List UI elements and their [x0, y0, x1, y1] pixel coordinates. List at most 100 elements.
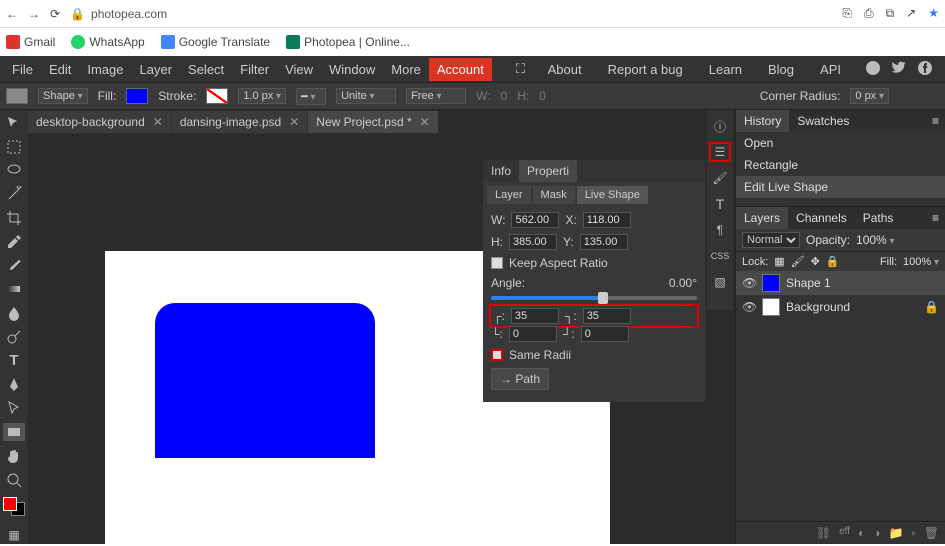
- install-icon[interactable]: ⎘: [842, 6, 852, 21]
- crop-tool[interactable]: [3, 209, 25, 227]
- corner-bl-input[interactable]: [509, 326, 557, 342]
- menu-more[interactable]: More: [383, 58, 429, 81]
- opacity-value[interactable]: 100%: [856, 233, 895, 247]
- star-icon[interactable]: ★: [928, 6, 939, 21]
- paragraph-icon[interactable]: ¶: [709, 220, 731, 240]
- corner-tl-input[interactable]: [511, 308, 559, 324]
- fg-color[interactable]: [3, 497, 17, 511]
- bookmark-whatsapp[interactable]: WhatsApp: [71, 35, 144, 49]
- menu-account[interactable]: Account: [429, 58, 492, 81]
- zoom-tool[interactable]: [3, 471, 25, 489]
- keep-ratio-checkbox[interactable]: [491, 257, 503, 269]
- menu-learn[interactable]: Learn: [703, 58, 748, 81]
- search-icon[interactable]: [492, 58, 508, 81]
- bookmark-translate[interactable]: Google Translate: [161, 35, 270, 49]
- info-icon[interactable]: ⓘ: [709, 116, 731, 136]
- fill-color[interactable]: [126, 88, 148, 104]
- copy-icon[interactable]: ⧉: [886, 6, 895, 21]
- reload-icon[interactable]: ⟳: [50, 7, 60, 21]
- bookmark-photopea[interactable]: Photopea | Online...: [286, 35, 410, 49]
- menu-edit[interactable]: Edit: [41, 58, 79, 81]
- lock-paint-icon[interactable]: 🖌: [791, 255, 805, 268]
- close-icon[interactable]: ✕: [153, 115, 163, 129]
- h-input[interactable]: [509, 234, 557, 250]
- path-bool[interactable]: Unite: [336, 88, 396, 104]
- wand-tool[interactable]: [3, 185, 25, 203]
- same-radii-checkbox[interactable]: [491, 349, 503, 361]
- close-icon[interactable]: ✕: [289, 115, 299, 129]
- menu-file[interactable]: File: [4, 58, 41, 81]
- brush-panel-icon[interactable]: 🖌: [709, 168, 731, 188]
- dodge-tool[interactable]: [3, 328, 25, 346]
- menu-filter[interactable]: Filter: [232, 58, 277, 81]
- tab-channels[interactable]: Channels: [788, 207, 855, 229]
- panel-menu-icon[interactable]: ≡: [926, 207, 945, 229]
- angle-slider[interactable]: [491, 296, 697, 300]
- stroke-width[interactable]: 1.0 px: [238, 88, 286, 104]
- folder-icon[interactable]: 📁: [889, 526, 904, 540]
- menu-layer[interactable]: Layer: [132, 58, 181, 81]
- share-icon[interactable]: ↗: [906, 6, 916, 21]
- tab-properties[interactable]: Properti: [519, 160, 577, 182]
- history-item[interactable]: Edit Live Shape: [736, 176, 945, 198]
- tab-2[interactable]: dansing-image.psd✕: [172, 111, 307, 133]
- tab-info[interactable]: Info: [483, 160, 519, 182]
- back-icon[interactable]: ←: [6, 7, 18, 21]
- adjustment-icon[interactable]: ◑: [873, 526, 880, 540]
- blur-tool[interactable]: [3, 304, 25, 322]
- y-input[interactable]: [580, 234, 628, 250]
- close-icon[interactable]: ✕: [420, 115, 430, 129]
- css-icon[interactable]: CSS: [709, 246, 731, 266]
- color-swatches[interactable]: [3, 497, 25, 517]
- path-select-tool[interactable]: [3, 400, 25, 418]
- rectangle-tool[interactable]: [3, 423, 25, 441]
- mask-icon[interactable]: ◐: [858, 526, 865, 540]
- forward-icon[interactable]: →: [28, 7, 40, 21]
- character-icon[interactable]: T: [709, 194, 731, 214]
- tab-layers[interactable]: Layers: [736, 207, 788, 229]
- text-tool[interactable]: T: [3, 352, 25, 370]
- blend-mode[interactable]: Normal: [742, 232, 800, 248]
- reddit-icon[interactable]: [865, 60, 881, 79]
- subtab-layer[interactable]: Layer: [487, 186, 531, 204]
- menu-about[interactable]: About: [542, 58, 588, 81]
- reader-icon[interactable]: ⎙: [864, 6, 874, 21]
- facebook-icon[interactable]: [917, 60, 933, 79]
- menu-window[interactable]: Window: [321, 58, 383, 81]
- subtab-mask[interactable]: Mask: [533, 186, 575, 204]
- lock-position-icon[interactable]: ✥: [811, 255, 820, 268]
- corner-tr-input[interactable]: [583, 308, 631, 324]
- fx-icon[interactable]: eff: [839, 526, 850, 540]
- path-align[interactable]: Free: [406, 88, 466, 104]
- tab-paths[interactable]: Paths: [855, 207, 902, 229]
- menu-blog[interactable]: Blog: [762, 58, 800, 81]
- menu-select[interactable]: Select: [180, 58, 232, 81]
- to-path-button[interactable]: → Path: [491, 368, 549, 390]
- history-item[interactable]: Rectangle: [736, 154, 945, 176]
- delete-icon[interactable]: 🗑: [924, 526, 939, 540]
- eyedropper-tool[interactable]: [3, 233, 25, 251]
- lock-transparency-icon[interactable]: ▦: [774, 255, 784, 268]
- layer-item[interactable]: 👁 Background 🔒: [736, 295, 945, 319]
- brush-tool[interactable]: [3, 257, 25, 275]
- tab-swatches[interactable]: Swatches: [789, 110, 857, 132]
- menu-view[interactable]: View: [277, 58, 321, 81]
- corner-br-input[interactable]: [581, 326, 629, 342]
- panel-menu-icon[interactable]: ≡: [926, 110, 945, 132]
- gradient-tool[interactable]: [3, 281, 25, 299]
- move-tool[interactable]: [3, 114, 25, 132]
- layer-item[interactable]: 👁 Shape 1: [736, 271, 945, 295]
- shape-rectangle[interactable]: [155, 303, 375, 458]
- x-input[interactable]: [583, 212, 631, 228]
- tab-1[interactable]: desktop-background✕: [28, 111, 171, 133]
- stroke-color[interactable]: [206, 88, 228, 104]
- pen-tool[interactable]: [3, 376, 25, 394]
- bookmark-gmail[interactable]: Gmail: [6, 35, 55, 49]
- link-icon[interactable]: ⛓: [816, 526, 831, 540]
- fill-value[interactable]: 100%: [903, 256, 939, 268]
- menu-api[interactable]: API: [814, 58, 847, 81]
- hand-tool[interactable]: [3, 447, 25, 465]
- twitter-icon[interactable]: [891, 60, 907, 79]
- stroke-style[interactable]: ━: [296, 88, 326, 105]
- visibility-icon[interactable]: 👁: [742, 300, 756, 314]
